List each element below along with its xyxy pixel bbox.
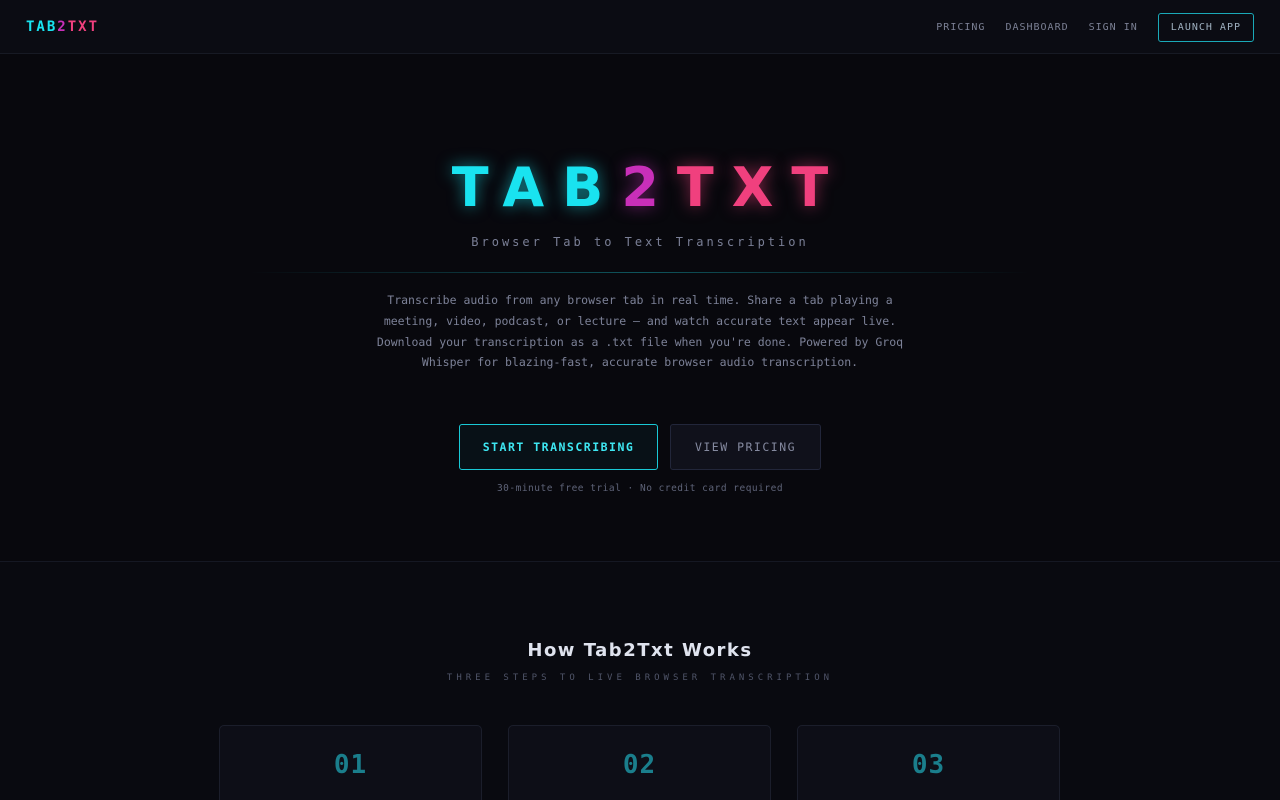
how-it-works-subtitle: THREE STEPS TO LIVE BROWSER TRANSCRIPTIO… (446, 673, 834, 683)
hero-subtitle: Browser Tab to Text Transcription (471, 235, 809, 249)
logo-part-2: 2 (57, 19, 68, 35)
step-card-2: 02 (508, 725, 771, 800)
top-nav: TAB2TXT PRICING DASHBOARD SIGN IN LAUNCH… (0, 0, 1280, 54)
start-transcribing-button[interactable]: START TRANSCRIBING (459, 424, 658, 470)
view-pricing-button[interactable]: VIEW PRICING (670, 424, 821, 470)
logo-part-txt: TXT (67, 19, 100, 35)
how-it-works-title: How Tab2Txt Works (527, 640, 753, 661)
step-card-1: 01 (219, 725, 482, 800)
launch-app-button[interactable]: LAUNCH APP (1157, 13, 1254, 42)
nav-link-sign-in[interactable]: SIGN IN (1089, 22, 1138, 33)
nav-links: PRICING DASHBOARD SIGN IN LAUNCH APP (936, 13, 1254, 42)
hero-description: Transcribe audio from any browser tab in… (376, 293, 904, 370)
logo[interactable]: TAB2TXT (26, 19, 99, 35)
hero-title: TAB2TXT (0, 156, 1280, 219)
nav-link-pricing[interactable]: PRICING (936, 22, 985, 33)
hero-divider (250, 272, 1030, 273)
hero-title-tab: TAB (451, 156, 622, 219)
nav-link-dashboard[interactable]: DASHBOARD (1005, 22, 1068, 33)
step-number: 03 (911, 750, 946, 780)
hero-buttons: START TRANSCRIBING VIEW PRICING (459, 424, 821, 470)
hero-title-txt: TXT (676, 156, 847, 219)
trial-note: 30-minute free trial · No credit card re… (496, 483, 784, 494)
step-card-3: 03 (797, 725, 1060, 800)
step-number: 02 (622, 750, 657, 780)
hero-title-2: 2 (621, 156, 677, 219)
step-number: 01 (333, 750, 368, 780)
logo-part-tab: TAB (26, 19, 58, 35)
